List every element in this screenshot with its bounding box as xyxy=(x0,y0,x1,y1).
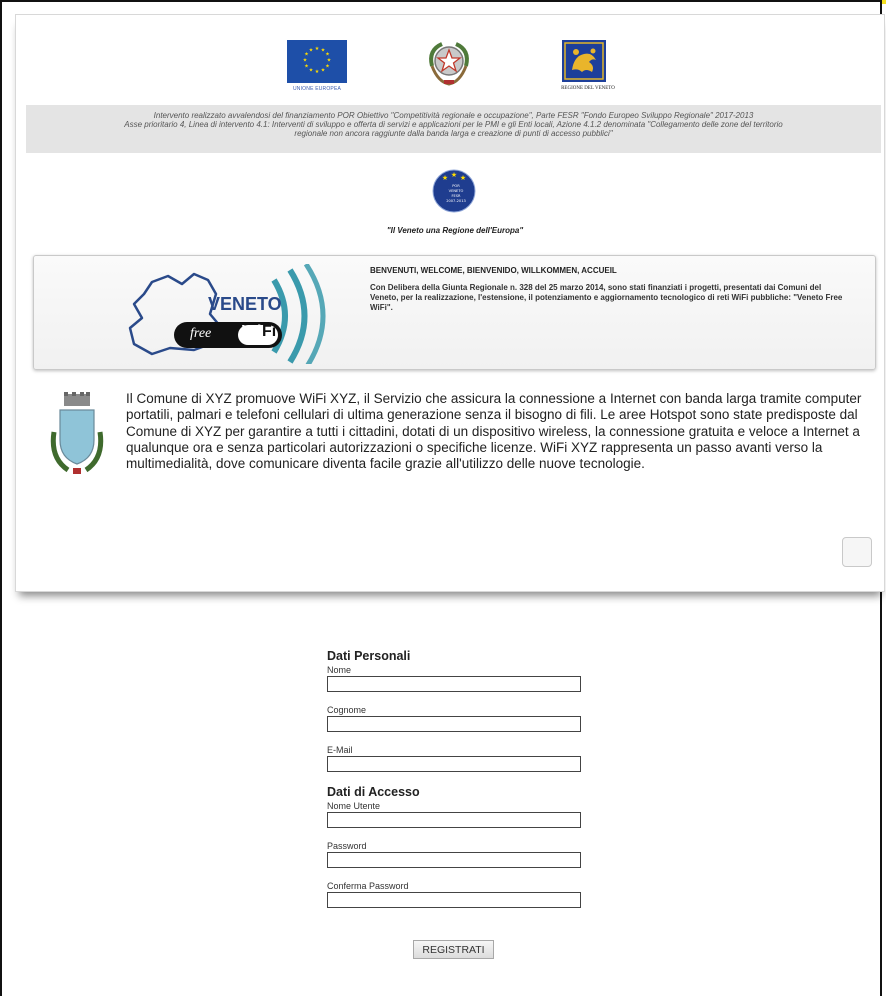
svg-text:★: ★ xyxy=(442,174,448,182)
register-button[interactable]: REGISTRATI xyxy=(413,940,494,959)
registration-form: Dati Personali Nome Cognome E-Mail Dati … xyxy=(327,648,587,908)
svg-text:★: ★ xyxy=(309,48,314,54)
wifi-brand-wi: Wi xyxy=(242,323,262,340)
svg-text:FESR: FESR xyxy=(451,194,461,198)
wifi-brand-name: VENETO xyxy=(208,294,282,314)
por-veneto-fesr-icon: ★ ★ ★ POR VENETO FESR 2007-2013 xyxy=(432,166,476,216)
svg-text:★: ★ xyxy=(315,46,320,52)
veneto-logo-caption: REGIONE DEL VENETO xyxy=(561,86,615,91)
eu-flag-icon: ★ ★ ★ ★ ★ ★ ★ ★ ★ ★ ★ ★ xyxy=(287,40,347,83)
italian-emblem-icon xyxy=(424,36,474,88)
confirm-password-label: Conferma Password xyxy=(327,881,409,891)
funding-text-line1: Intervento realizzato avvalendosi del fi… xyxy=(153,111,754,120)
confirm-password-input[interactable] xyxy=(327,892,581,908)
password-input[interactable] xyxy=(327,852,581,868)
municipal-crest-icon xyxy=(48,392,106,476)
svg-text:★: ★ xyxy=(304,64,309,70)
username-input[interactable] xyxy=(327,812,581,828)
svg-text:POR: POR xyxy=(452,184,460,188)
email-input[interactable] xyxy=(327,756,581,772)
password-label: Password xyxy=(327,841,367,851)
corner-button[interactable] xyxy=(842,537,872,567)
svg-text:★: ★ xyxy=(321,68,326,74)
veneto-lion-icon xyxy=(562,40,606,82)
wifi-brand-fi: Fi xyxy=(262,323,277,340)
svg-text:★: ★ xyxy=(303,58,308,64)
nome-input[interactable] xyxy=(327,676,581,692)
delibera-text: Con Delibera della Giunta Regionale n. 3… xyxy=(370,283,843,312)
funding-text-line3: regionale non ancora raggiunte dalla ban… xyxy=(294,129,613,138)
nome-label: Nome xyxy=(327,665,352,675)
funding-text-line2: Asse prioritario 4, Linea di intervento … xyxy=(124,120,783,129)
promo-text: Il Comune di XYZ promuove WiFi XYZ, il S… xyxy=(126,391,862,472)
cognome-input[interactable] xyxy=(327,716,581,732)
username-label: Nome Utente xyxy=(327,801,381,811)
cognome-label: Cognome xyxy=(327,705,367,715)
eu-logo-caption: UNIONE EUROPEA xyxy=(292,86,342,92)
welcome-text: BENVENUTI, WELCOME, BIENVENIDO, WILLKOMM… xyxy=(370,266,617,275)
personal-data-title: Dati Personali xyxy=(327,649,411,663)
svg-text:2007-2013: 2007-2013 xyxy=(446,199,466,203)
wifi-brand-free: free xyxy=(190,326,212,341)
funding-band: Intervento realizzato avvalendosi del fi… xyxy=(26,105,881,153)
svg-text:★: ★ xyxy=(309,68,314,74)
slogan: "Il Veneto una Regione dell'Europa" xyxy=(386,226,524,235)
wifi-banner: VENETO free Wi Fi BENVENUTI, WELCOME, BI… xyxy=(33,255,876,370)
svg-text:★: ★ xyxy=(451,171,457,179)
svg-text:★: ★ xyxy=(325,64,330,70)
svg-text:★: ★ xyxy=(460,174,466,182)
svg-text:★: ★ xyxy=(315,69,320,75)
access-data-title: Dati di Accesso xyxy=(327,785,420,799)
svg-text:VENETO: VENETO xyxy=(449,189,464,193)
email-label: E-Mail xyxy=(327,745,353,755)
